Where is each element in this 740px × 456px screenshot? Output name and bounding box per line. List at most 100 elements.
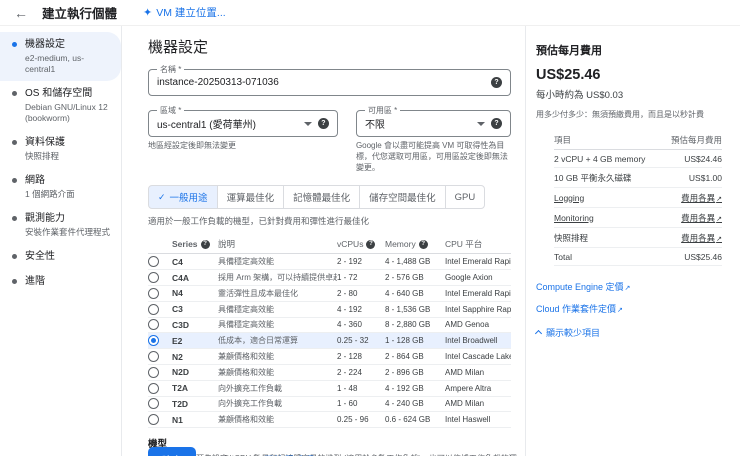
sidebar-item-sub: 1 個網路介面 [25, 189, 75, 200]
cost-col-amount: 預估每月費用 [670, 134, 722, 145]
series-description: 兼顧價格和效能 [218, 352, 274, 362]
series-name: N4 [172, 288, 183, 299]
create-button[interactable]: 建立 [148, 447, 196, 456]
series-memory: 0.6 - 624 GB [385, 415, 431, 425]
zone-help-icon[interactable] [491, 118, 502, 129]
series-name: C4 [172, 256, 183, 267]
monthly-cost: US$25.46 [536, 67, 601, 83]
series-radio[interactable] [148, 351, 159, 363]
series-memory: 4 - 192 GB [385, 383, 424, 393]
series-description: 具備穩定高效能 [218, 304, 274, 314]
equivalent-code-link[interactable]: 同等程式碼 [252, 447, 314, 456]
step-dot-icon [12, 254, 17, 260]
series-row-C4[interactable]: C4 具備穩定高效能 2 - 192 4 - 1,488 GB Intel Emeral… [148, 254, 511, 271]
col-series: Series [172, 239, 198, 250]
series-description: 靈活彈性且成本最佳化 [218, 288, 298, 298]
pricing-link-2[interactable]: Cloud 作業套件定價 [536, 302, 728, 315]
family-tab-3[interactable]: 記憶體最佳化 [283, 185, 361, 210]
chevron-up-icon [534, 329, 543, 338]
cost-row: 10 GB 平衡永久磁碟 US$1.00 [554, 168, 722, 188]
cost-row: Logging 費用各異 [554, 188, 722, 208]
col-cpu-platform: CPU 平台 [445, 239, 483, 250]
region-help-icon[interactable] [317, 118, 329, 129]
sidebar-item-3[interactable]: 資料保護 快照排程 [0, 130, 121, 168]
series-radio[interactable] [148, 287, 159, 299]
step-dot-icon [12, 216, 17, 222]
series-table-body: C4 具備穩定高效能 2 - 192 4 - 1,488 GB Intel Emeral… [148, 254, 511, 429]
series-row-C3[interactable]: C3 具備穩定高效能 4 - 192 8 - 1,536 GB Intel Sapphi… [148, 302, 511, 318]
region-select[interactable]: 區域 * us-central1 (愛荷華州) [148, 105, 338, 137]
instance-name-field[interactable]: 名稱 * [148, 64, 511, 96]
ai-suggestion-chip[interactable]: ✦ VM 建立位置... [143, 5, 226, 20]
region-value: us-central1 (愛荷華州) [157, 120, 256, 131]
back-arrow-icon[interactable]: ← [14, 5, 28, 21]
series-radio[interactable] [148, 256, 159, 268]
cost-item-amount[interactable]: 費用各異 [681, 192, 722, 204]
step-dot-icon [12, 140, 17, 146]
machine-config-section: 機器設定 名稱 * 區域 * us-central1 (愛荷華州) 地區經設定後… [122, 26, 525, 456]
step-dot-icon [12, 178, 17, 184]
sidebar-item-sub: e2-medium, us-central1 [25, 53, 85, 75]
cost-item-label[interactable]: Monitoring [554, 213, 594, 223]
series-cpu-platform: AMD Milan [445, 399, 485, 409]
memory-help-icon[interactable] [418, 239, 428, 249]
series-cpu-platform: Intel Sapphire Rapids [445, 304, 511, 314]
step-dot-icon [12, 279, 17, 285]
name-help-icon[interactable] [491, 77, 502, 88]
family-tab-4[interactable]: 儲存空間最佳化 [359, 185, 446, 210]
series-radio[interactable] [148, 382, 159, 394]
sidebar-item-label: 觀測能力 [25, 213, 65, 225]
sidebar-item-1[interactable]: 機器設定 e2-medium, us-central1 [0, 32, 121, 82]
series-row-N2D[interactable]: N2D 兼顧價格和效能 2 - 224 2 - 896 GB AMD Milan [148, 365, 511, 381]
series-row-N4[interactable]: N4 靈活彈性且成本最佳化 2 - 80 4 - 640 GB Intel Emeral… [148, 286, 511, 302]
instance-name-input[interactable] [157, 77, 491, 88]
sidebar-item-7[interactable]: 進階 [0, 269, 121, 294]
series-row-T2A[interactable]: T2A 向外擴充工作負載 1 - 48 4 - 192 GB Ampere Altra [148, 381, 511, 397]
sidebar-item-label: 安全性 [25, 251, 55, 263]
cancel-button[interactable]: 取消 [210, 447, 238, 456]
family-tab-2[interactable]: 運算最佳化 [216, 185, 285, 210]
cost-item-label: 快照排程 [554, 232, 589, 243]
series-row-E2[interactable]: E2 低成本，適合日常運算 0.25 - 32 1 - 128 GB Intel Bro… [148, 333, 511, 350]
pricing-link-1[interactable]: Compute Engine 定價 [536, 280, 728, 293]
series-radio[interactable] [148, 272, 159, 284]
cost-item-label[interactable]: Logging [554, 193, 584, 203]
series-cpu-platform: Intel Emerald Rapids [445, 288, 511, 298]
series-memory: 8 - 1,536 GB [385, 304, 431, 314]
series-vcpus: 2 - 192 [337, 257, 362, 267]
show-less-toggle[interactable]: 顯示較少項目 [534, 326, 728, 339]
sidebar-item-6[interactable]: 安全性 [0, 244, 121, 269]
sidebar-item-5[interactable]: 觀測能力安裝作業套件代理程式 [0, 206, 121, 244]
step-dot-icon [12, 91, 17, 97]
series-help-icon[interactable] [200, 239, 210, 249]
series-radio[interactable] [148, 319, 159, 331]
series-table-header: Series 說明 vCPUs Memory CPU 平台 [148, 235, 511, 255]
zone-value: 不限 [364, 120, 385, 131]
family-tab-5[interactable]: GPU [444, 185, 486, 210]
zone-label: 可用區 * [364, 105, 401, 116]
cost-item-amount[interactable]: 費用各異 [681, 212, 722, 224]
sidebar-item-sub: 安裝作業套件代理程式 [25, 227, 111, 238]
cost-item-amount[interactable]: 費用各異 [681, 232, 722, 244]
series-memory: 1 - 128 GB [385, 336, 424, 346]
series-name: C4A [172, 272, 190, 283]
series-row-N2[interactable]: N2 兼顧價格和效能 2 - 128 2 - 864 GB Intel Cascade … [148, 349, 511, 365]
series-radio[interactable] [148, 366, 159, 378]
series-vcpus: 0.25 - 32 [337, 336, 369, 346]
cost-table: 項目 預估每月費用 2 vCPU + 4 GB memory US$24.46 10… [554, 130, 722, 266]
series-row-C3D[interactable]: C3D 具備穩定高效能 4 - 360 8 - 2,880 GB AMD Genoa [148, 318, 511, 334]
sidebar-item-4[interactable]: 網路 1 個網路介面 [0, 168, 121, 206]
series-radio[interactable] [148, 414, 159, 426]
family-tab-1[interactable]: 一般用途 [148, 185, 218, 210]
series-radio[interactable] [148, 398, 159, 410]
zone-select[interactable]: 可用區 * 不限 [355, 105, 511, 137]
vcpus-help-icon[interactable] [366, 239, 376, 249]
series-radio[interactable] [148, 335, 159, 347]
series-radio[interactable] [148, 303, 159, 315]
series-row-N1[interactable]: N1 兼顧價格和效能 0.25 - 96 0.6 - 624 GB Intel Hasw… [148, 412, 511, 429]
series-row-T2D[interactable]: T2D 向外擴充工作負載 1 - 60 4 - 240 GB AMD Milan [148, 397, 511, 413]
top-app-bar: ← 建立執行個體 ✦ VM 建立位置... [0, 0, 740, 26]
series-row-C4A[interactable]: C4A 採用 Arm 架構，可以持續提供卓越效能1 - 72 2 - 576 GB G… [148, 270, 511, 286]
sidebar-item-2[interactable]: OS 和儲存空間 Debian GNU/Linux 12 (bookworm) [0, 81, 121, 130]
series-vcpus: 1 - 48 [337, 383, 358, 393]
